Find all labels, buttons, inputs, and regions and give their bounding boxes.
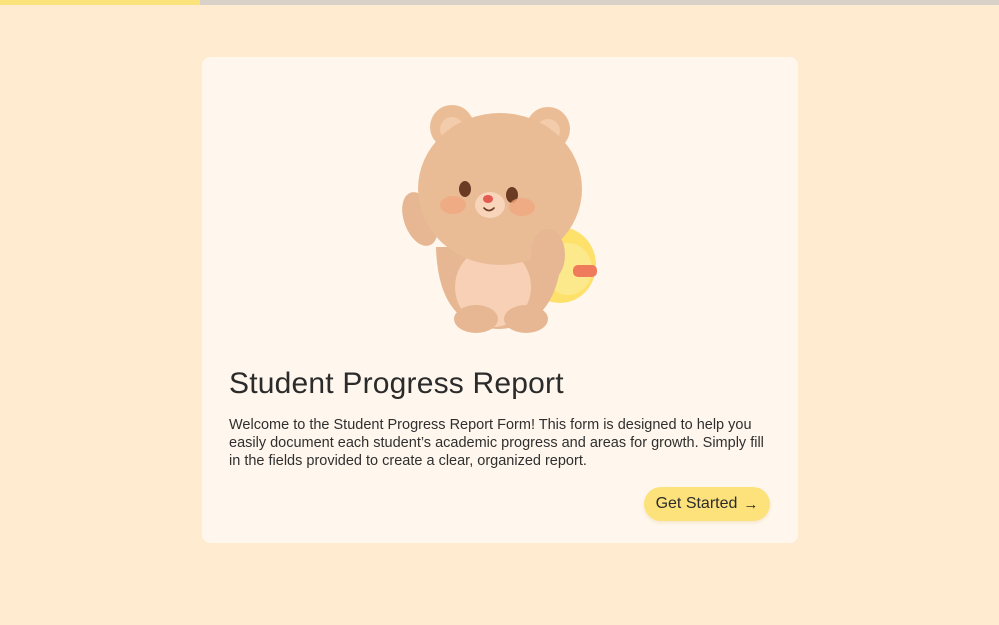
progress-bar-fill [0, 0, 200, 5]
welcome-card: Student Progress Report Welcome to the S… [202, 57, 798, 543]
bear-mascot-illustration [402, 105, 597, 333]
arrow-right-icon: → [743, 495, 759, 513]
page-title: Student Progress Report [229, 367, 564, 400]
get-started-button[interactable]: Get Started → [644, 487, 770, 521]
progress-bar [0, 0, 999, 5]
form-description: Welcome to the Student Progress Report F… [229, 417, 764, 469]
get-started-label: Get Started [655, 495, 738, 512]
